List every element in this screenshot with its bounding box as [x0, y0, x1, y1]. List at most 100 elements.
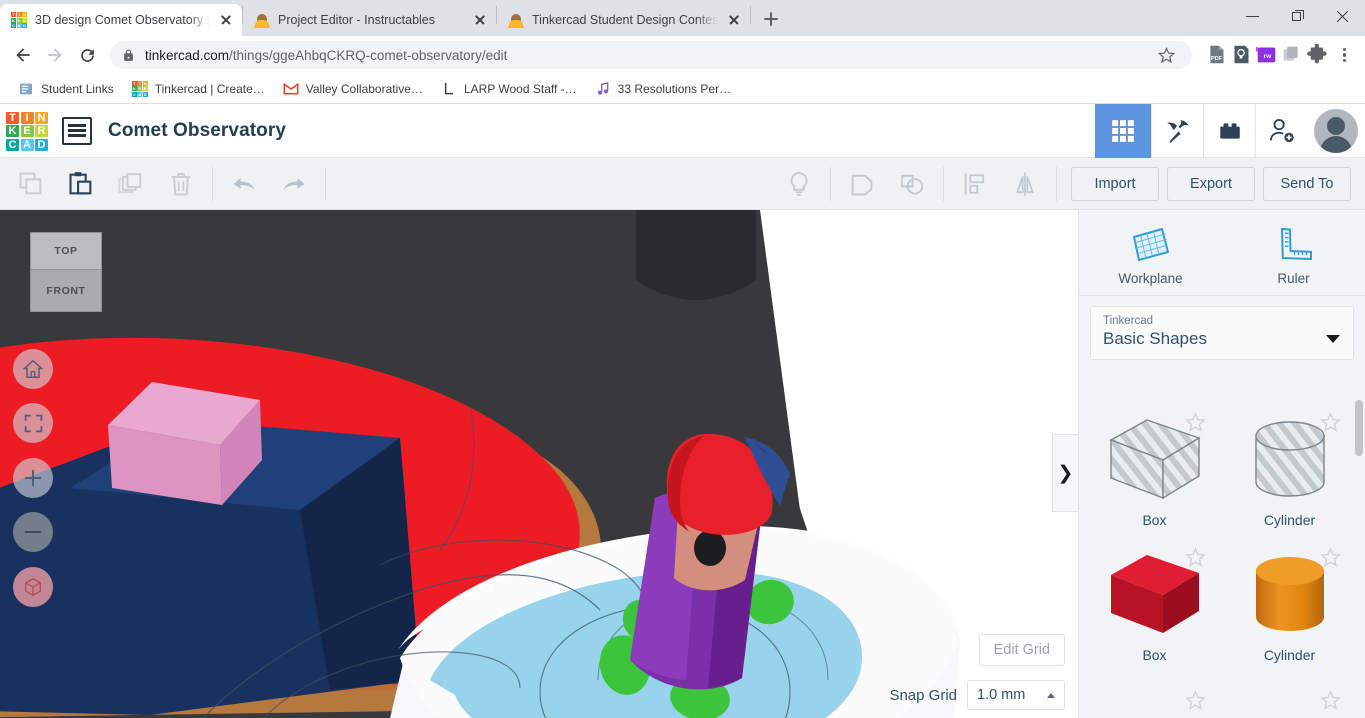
- redo-button[interactable]: [269, 158, 319, 210]
- layers-extension-icon[interactable]: [1281, 44, 1303, 66]
- minus-icon: [24, 530, 42, 534]
- pdf-extension-icon[interactable]: PDF: [1206, 44, 1228, 66]
- shape-library-select[interactable]: Tinkercad Basic Shapes: [1090, 306, 1354, 360]
- home-view-button[interactable]: [13, 349, 53, 389]
- import-button[interactable]: Import: [1071, 166, 1159, 201]
- ruler-tool[interactable]: Ruler: [1222, 210, 1365, 295]
- document-icon: [441, 81, 457, 97]
- tinkercad-logo[interactable]: T I N K E R C A D: [6, 111, 48, 151]
- close-window-button[interactable]: [1320, 0, 1365, 32]
- browser-tab-0[interactable]: TIN KER CAD 3D design Comet Observatory …: [0, 4, 242, 36]
- view-cube[interactable]: TOP FRONT: [30, 232, 102, 312]
- undo-button[interactable]: [219, 158, 269, 210]
- shapes-panel: Workplane Ruler Tinkercad Basic Shapes B…: [1078, 210, 1365, 718]
- star-outline-icon[interactable]: [1320, 547, 1341, 573]
- toolbar-divider: [943, 166, 944, 201]
- logo-tile: A: [20, 138, 34, 151]
- send-to-button[interactable]: Send To: [1263, 166, 1351, 201]
- shapes-scrollbar[interactable]: [1355, 400, 1363, 714]
- home-icon: [22, 359, 44, 378]
- shapes-scroll-area[interactable]: Box Cylinder Box Cylinder: [1079, 398, 1365, 718]
- bookmark-student-links[interactable]: Student Links: [10, 78, 122, 100]
- copy-button[interactable]: [6, 158, 56, 210]
- snap-grid-select[interactable]: 1.0 mm: [967, 680, 1065, 710]
- shape-label: Box: [1142, 647, 1167, 663]
- shape-item-partial[interactable]: [1222, 674, 1357, 710]
- star-outline-icon[interactable]: [1185, 547, 1206, 573]
- grid-view-button[interactable]: [1095, 103, 1151, 158]
- export-button[interactable]: Export: [1167, 166, 1255, 201]
- delete-button[interactable]: [156, 158, 206, 210]
- maximize-button[interactable]: [1275, 0, 1320, 32]
- logo-tile: D: [35, 138, 48, 151]
- star-outline-icon[interactable]: [1185, 412, 1206, 438]
- hide-show-button[interactable]: [774, 158, 824, 210]
- shape-item-solid-box[interactable]: Box: [1087, 539, 1222, 674]
- align-button[interactable]: [950, 158, 1000, 210]
- perspective-toggle-button[interactable]: [13, 567, 53, 607]
- blocks-button[interactable]: [1203, 103, 1255, 158]
- hamburger-doc-icon[interactable]: [62, 116, 92, 145]
- browser-tab-1[interactable]: Project Editor - Instructables: [243, 4, 496, 36]
- group-button[interactable]: [837, 158, 887, 210]
- reload-icon[interactable]: [72, 40, 102, 70]
- url-host: tinkercad.com: [145, 47, 230, 63]
- address-bar[interactable]: tinkercad.com/things/ggeAhbqCKRQ-comet-o…: [110, 41, 1192, 69]
- bookmark-valley-collaborative[interactable]: Valley Collaborative…: [275, 78, 431, 100]
- star-outline-icon[interactable]: [1320, 690, 1341, 716]
- close-icon[interactable]: [218, 12, 234, 28]
- shape-item-partial[interactable]: [1087, 674, 1222, 710]
- browser-tab-2[interactable]: Tinkercad Student Design Contes: [497, 4, 750, 36]
- scrollbar-thumb[interactable]: [1355, 400, 1363, 456]
- zoom-out-button[interactable]: [13, 512, 53, 552]
- logo-tile: C: [6, 138, 19, 151]
- tab-divider: [750, 6, 751, 24]
- mirror-icon: [1016, 171, 1034, 196]
- shape-item-solid-cylinder[interactable]: Cylinder: [1222, 539, 1357, 674]
- close-icon[interactable]: [472, 12, 488, 28]
- zoom-in-button[interactable]: [13, 458, 53, 498]
- library-select-wrap: Tinkercad Basic Shapes: [1079, 296, 1365, 360]
- fit-to-view-button[interactable]: [13, 403, 53, 443]
- instructables-icon: [508, 12, 524, 28]
- star-outline-icon[interactable]: [1185, 690, 1206, 716]
- duplicate-button[interactable]: [106, 158, 156, 210]
- mirror-button[interactable]: [1000, 158, 1050, 210]
- workplane-tool[interactable]: Workplane: [1079, 210, 1222, 295]
- invite-people-button[interactable]: [1255, 103, 1307, 158]
- puzzle-extension-icon[interactable]: [1306, 43, 1328, 66]
- back-arrow-icon[interactable]: [8, 40, 38, 70]
- workplane-icon: [1132, 227, 1169, 262]
- lock-icon: [122, 49, 135, 62]
- avatar[interactable]: [1307, 104, 1365, 158]
- star-outline-icon[interactable]: [1320, 412, 1341, 438]
- shape-item-hole-cylinder[interactable]: Cylinder: [1222, 404, 1357, 539]
- page-title: Comet Observatory: [108, 119, 287, 141]
- shape-item-hole-box[interactable]: Box: [1087, 404, 1222, 539]
- readwrite-extension-icon[interactable]: rw: [1255, 44, 1278, 66]
- browser-chrome: TIN KER CAD 3D design Comet Observatory …: [0, 0, 1365, 104]
- bookmark-label: Student Links: [41, 81, 114, 96]
- collapse-panel-handle[interactable]: ❯: [1052, 434, 1078, 512]
- kebab-menu-icon[interactable]: [1331, 40, 1357, 70]
- minimize-button[interactable]: [1230, 0, 1275, 32]
- pickaxe-icon: [1166, 119, 1189, 143]
- toolbar-divider: [830, 166, 831, 201]
- forward-arrow-icon[interactable]: [40, 40, 70, 70]
- minecraft-button[interactable]: [1151, 103, 1203, 158]
- close-icon[interactable]: [726, 12, 742, 28]
- ungroup-button[interactable]: [887, 158, 937, 210]
- bookmark-tinkercad[interactable]: TIN KER CAD Tinkercad | Create…: [124, 78, 273, 100]
- 3d-viewport[interactable]: TOP FRONT Edit Grid Snap Grid 1.0 mm ❯: [0, 210, 1078, 718]
- star-icon[interactable]: [1152, 41, 1180, 69]
- svg-text:rw: rw: [1264, 53, 1273, 60]
- paste-button[interactable]: [56, 158, 106, 210]
- copy-icon: [19, 172, 42, 194]
- trash-icon: [171, 172, 191, 195]
- lightbulb-doc-extension-icon[interactable]: [1231, 44, 1253, 66]
- bookmark-33-resolutions[interactable]: 33 Resolutions Per…: [587, 78, 739, 100]
- bookmark-larp-wood-staff[interactable]: LARP Wood Staff -…: [433, 78, 585, 100]
- edit-grid-button[interactable]: Edit Grid: [978, 634, 1065, 666]
- new-tab-button[interactable]: [757, 5, 785, 33]
- plus-icon: [24, 469, 42, 487]
